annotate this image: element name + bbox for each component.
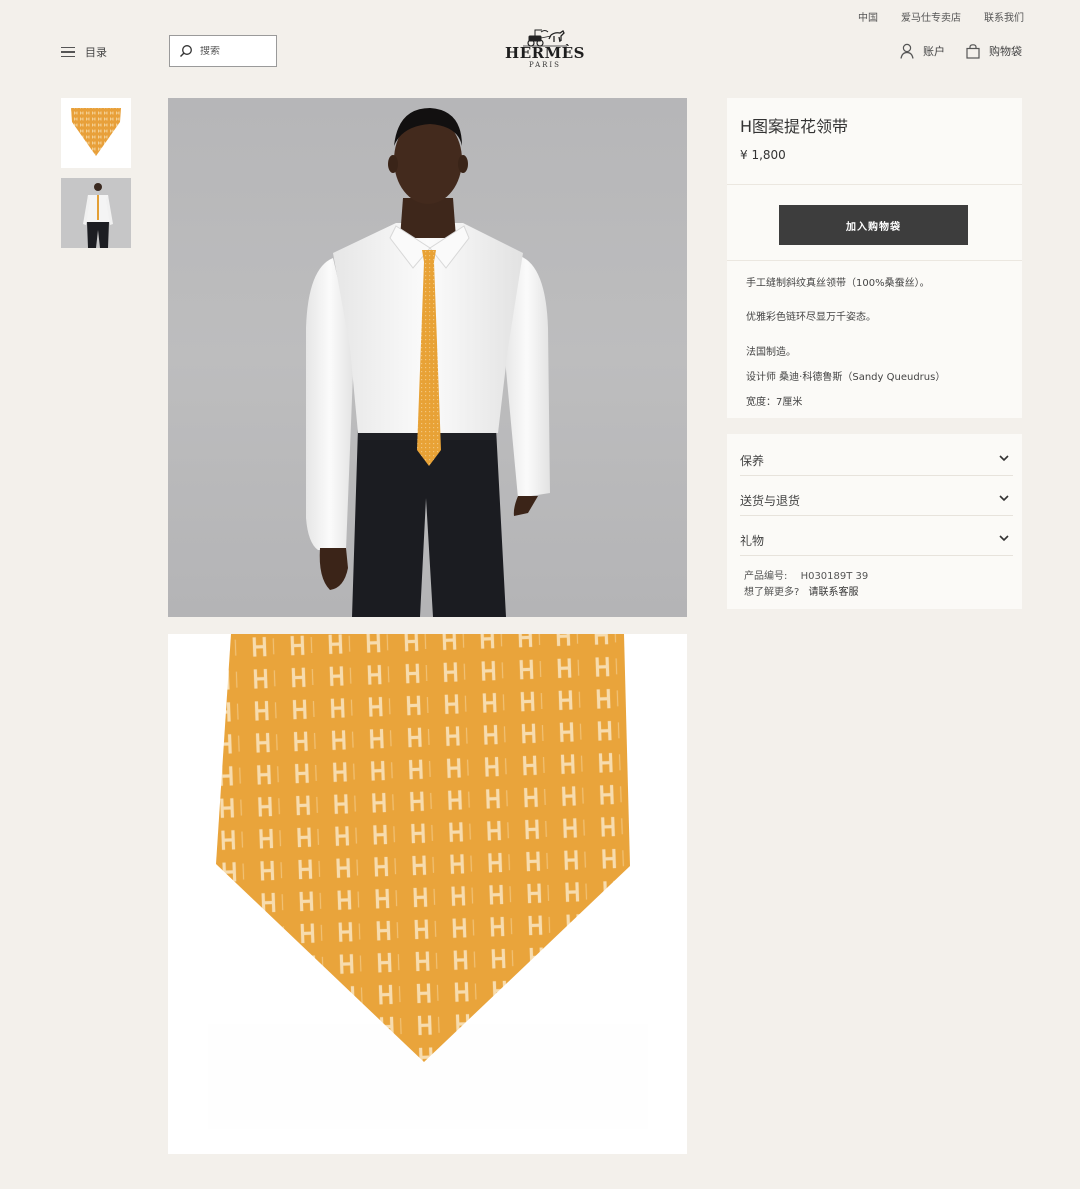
accordion-care-label: 保养 bbox=[740, 454, 765, 468]
contact-service-link[interactable]: 请联系客服 bbox=[809, 587, 859, 598]
product-price: ¥ 1,800 bbox=[740, 148, 786, 162]
model-thumbnail-image bbox=[61, 178, 131, 248]
description-line: 手工缝制斜纹真丝领带（100%桑蚕丝）。 bbox=[746, 278, 930, 289]
search-icon bbox=[180, 45, 192, 57]
accordion-shipping[interactable]: 送货与退货 bbox=[740, 487, 1013, 516]
product-page: 中国 爱马仕专卖店 联系我们 目录 HERMÈS bbox=[0, 0, 1080, 1189]
brand-logo[interactable]: HERMÈS PARIS bbox=[500, 26, 590, 70]
product-info-card: H图案提花领带 ¥ 1,800 加入购物袋 手工缝制斜纹真丝领带（100%桑蚕丝… bbox=[727, 98, 1022, 418]
chevron-down-icon bbox=[999, 535, 1009, 542]
accordion-gift-label: 礼物 bbox=[740, 534, 765, 548]
bag-label: 购物袋 bbox=[989, 45, 1022, 58]
accordion-shipping-label: 送货与退货 bbox=[740, 494, 801, 508]
menu-button[interactable]: 目录 bbox=[61, 44, 107, 60]
utility-links: 中国 爱马仕专卖店 联系我们 bbox=[858, 9, 1024, 24]
link-stores[interactable]: 爱马仕专卖店 bbox=[901, 9, 961, 24]
sku-value: H030189T 39 bbox=[800, 571, 869, 582]
contact-line: 想了解更多? 请联系客服 bbox=[744, 583, 859, 598]
link-contact[interactable]: 联系我们 bbox=[984, 9, 1024, 24]
link-country[interactable]: 中国 bbox=[858, 9, 878, 24]
chevron-down-icon bbox=[999, 495, 1009, 502]
bag-icon bbox=[966, 43, 980, 59]
accordion-care[interactable]: 保养 bbox=[740, 447, 1013, 476]
divider bbox=[727, 184, 1022, 185]
menu-label: 目录 bbox=[85, 46, 107, 59]
details-accordion-card: 保养 送货与退货 礼物 产品编号: H030189T 39 想了解更多? 请联系… bbox=[727, 434, 1022, 609]
logo-wordmark: HERMÈS bbox=[505, 44, 585, 62]
chevron-down-icon bbox=[999, 455, 1009, 462]
accordion-gift[interactable]: 礼物 bbox=[740, 527, 1013, 556]
sku-line: 产品编号: H030189T 39 bbox=[744, 567, 868, 582]
product-photo-model[interactable] bbox=[168, 98, 687, 617]
designer-line: 设计师 桑迪·科德鲁斯（Sandy Queudrus） bbox=[746, 372, 946, 383]
divider bbox=[727, 260, 1022, 261]
tie-thumbnail-image bbox=[71, 108, 121, 156]
model-photo-image bbox=[306, 108, 550, 617]
user-icon bbox=[900, 43, 914, 59]
hamburger-icon bbox=[61, 46, 75, 58]
description-line: 优雅彩色链环尽显万千姿态。 bbox=[746, 312, 876, 323]
search-box[interactable] bbox=[169, 35, 277, 67]
product-photo-detail[interactable] bbox=[168, 634, 687, 1154]
add-to-bag-button[interactable]: 加入购物袋 bbox=[779, 205, 968, 245]
sku-label: 产品编号: bbox=[744, 571, 788, 582]
shopping-bag-button[interactable]: 购物袋 bbox=[966, 43, 1022, 59]
logo-subtext: PARIS bbox=[529, 61, 561, 69]
description-line: 法国制造。 bbox=[746, 347, 796, 358]
thumbnail-tie[interactable] bbox=[61, 98, 131, 168]
account-button[interactable]: 账户 bbox=[900, 43, 945, 59]
account-label: 账户 bbox=[923, 45, 945, 58]
product-title: H图案提花领带 bbox=[740, 117, 849, 136]
more-info-label: 想了解更多? bbox=[744, 587, 800, 598]
thumbnail-model[interactable] bbox=[61, 178, 131, 248]
search-input[interactable] bbox=[200, 45, 270, 57]
tie-detail-image bbox=[168, 634, 687, 1154]
width-line: 宽度：7厘米 bbox=[746, 397, 803, 408]
